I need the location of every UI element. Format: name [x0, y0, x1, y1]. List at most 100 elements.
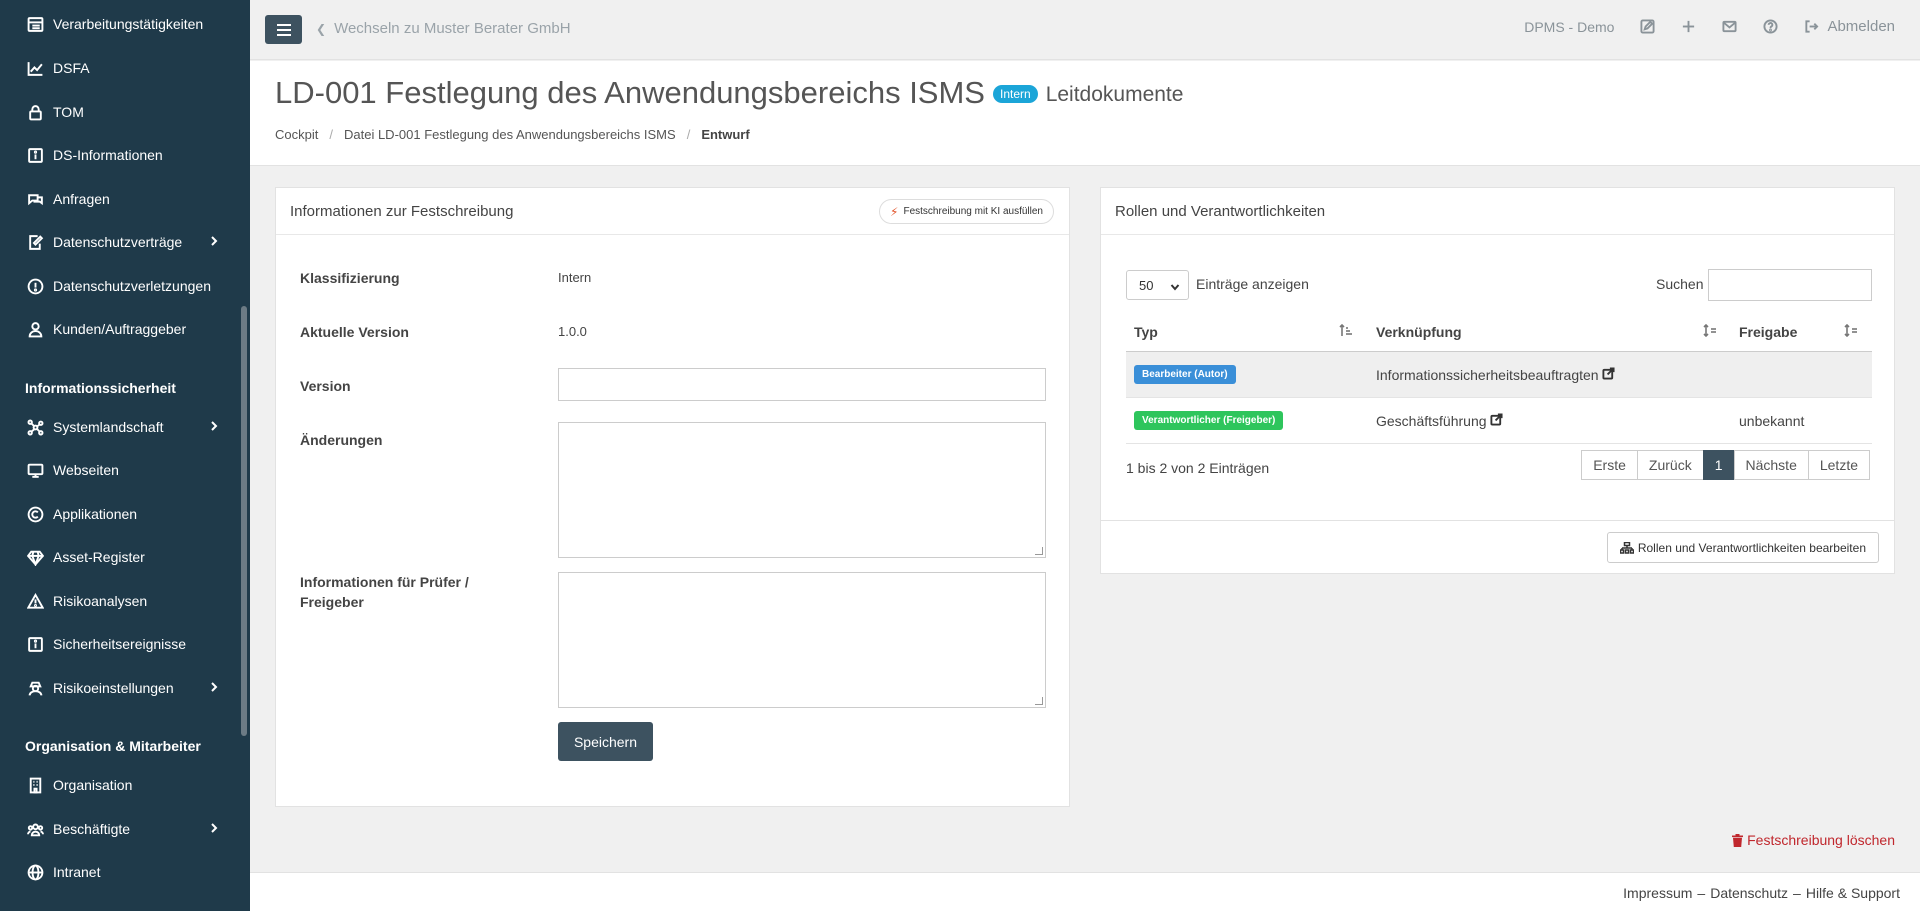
footer-impressum-link[interactable]: Impressum [1623, 885, 1692, 901]
sidebar-item-verarbeitungstaetigkeiten[interactable]: Verarbeitungstätigkeiten [0, 9, 240, 39]
switch-tenant-link[interactable]: ❮ Wechseln zu Muster Berater GmbH [316, 20, 571, 37]
sidebar-item-beschaeftigte[interactable]: Beschäftigte [0, 814, 240, 844]
role-link-label: Geschäftsführung [1376, 412, 1487, 429]
globe-icon [25, 862, 45, 882]
sidebar-item-risikoanalysen[interactable]: Risikoanalysen [0, 586, 240, 616]
edit-roles-button[interactable]: Rollen und Verantwortlichkeiten bearbeit… [1606, 532, 1879, 563]
search-input[interactable] [1708, 269, 1872, 301]
sidebar-item-anfragen[interactable]: Anfragen [0, 184, 240, 214]
pagination-page[interactable]: 1 [1702, 450, 1735, 480]
panel-title: Rollen und Verantwortlichkeiten [1115, 202, 1326, 220]
entries-length-value: 50 [1139, 277, 1154, 293]
table-row: Verantwortlicher (Freigeber) Geschäftsfü… [1126, 398, 1872, 444]
delete-festschreibung-link[interactable]: Festschreibung löschen [1732, 832, 1895, 848]
user-secret-icon [25, 678, 45, 698]
sidebar-item-label: Intranet [53, 864, 101, 880]
chevron-right-icon [208, 680, 220, 696]
sidebar-item-datenschutzvertraege[interactable]: Datenschutzverträge [0, 227, 240, 257]
sidebar-item-organisation[interactable]: Organisation [0, 770, 240, 800]
classification-value: Intern [558, 270, 592, 285]
sidebar-section-informationssicherheit: Informationssicherheit [25, 380, 176, 396]
sidebar-item-applikationen[interactable]: Applikationen [0, 499, 240, 529]
trash-icon [1732, 833, 1744, 847]
pagination-last[interactable]: Letzte [1807, 450, 1870, 480]
pagination-previous[interactable]: Zurück [1636, 450, 1704, 480]
roles-panel: Rollen und Verantwortlichkeiten 50 Eintr… [1100, 187, 1895, 574]
panel-title: Informationen zur Festschreibung [290, 202, 514, 220]
sidebar-item-systemlandschaft[interactable]: Systemlandschaft [0, 412, 240, 442]
chart-line-icon [25, 58, 45, 78]
comments-icon [25, 189, 45, 209]
sidebar-item-dsfa[interactable]: DSFA [0, 53, 240, 83]
sidebar-item-sicherheitsereignisse[interactable]: Sicherheitsereignisse [0, 629, 240, 659]
breadcrumb-separator: / [329, 127, 333, 142]
sidebar-item-kunden-auftraggeber[interactable]: Kunden/Auftraggeber [0, 314, 240, 344]
role-link[interactable]: Informationssicherheitsbeauftragten [1376, 367, 1615, 383]
pagination-first[interactable]: Erste [1581, 450, 1638, 480]
breadcrumb-separator: / [686, 127, 691, 142]
sidebar-item-label: Asset-Register [53, 549, 145, 565]
help-icon[interactable] [1763, 19, 1778, 34]
sidebar-item-webseiten[interactable]: Webseiten [0, 455, 240, 485]
sidebar-item-risikoeinstellungen[interactable]: Risikoeinstellungen [0, 673, 240, 703]
sidebar-section-organisation: Organisation & Mitarbeiter [25, 738, 201, 754]
sidebar-item-ds-informationen[interactable]: DS-Informationen [0, 140, 240, 170]
sidebar-item-label: TOM [53, 104, 84, 120]
column-header-freigabe[interactable]: Freigabe [1739, 324, 1797, 340]
entries-length-select[interactable]: 50 [1126, 270, 1189, 300]
classification-badge: Intern [993, 85, 1038, 103]
version-input[interactable] [558, 368, 1046, 401]
plus-icon[interactable] [1681, 19, 1696, 34]
chevron-down-icon [1170, 280, 1180, 295]
footer-links: Impressum – Datenschutz – Hilfe & Suppor… [1623, 885, 1900, 901]
panel-header: Informationen zur Festschreibung ⚡ Fests… [276, 188, 1069, 235]
sitemap-icon [1619, 541, 1634, 554]
logout-button[interactable]: Abmelden [1804, 18, 1895, 35]
lock-icon [25, 102, 45, 122]
changes-label: Änderungen [300, 432, 383, 448]
role-link[interactable]: Geschäftsführung [1376, 413, 1503, 429]
breadcrumb-current: Entwurf [701, 127, 750, 142]
table-header: Typ Verknüpfung Freigabe [1126, 312, 1872, 352]
sidebar-item-intranet[interactable]: Intranet [0, 857, 240, 887]
sidebar: Verarbeitungstätigkeiten DSFA TOM DS-Inf… [0, 0, 250, 911]
sidebar-item-datenschutzverletzungen[interactable]: Datenschutzverletzungen [0, 271, 240, 301]
reviewer-info-textarea[interactable] [558, 572, 1046, 708]
footer-support-link[interactable]: Hilfe & Support [1806, 885, 1900, 901]
sidebar-item-asset-register[interactable]: Asset-Register [0, 542, 240, 572]
breadcrumb-cockpit[interactable]: Cockpit [275, 127, 318, 142]
column-header-typ[interactable]: Typ [1134, 324, 1158, 340]
current-version-value: 1.0.0 [558, 324, 587, 339]
sort-icon[interactable] [1703, 323, 1717, 340]
hamburger-icon [276, 23, 291, 36]
ki-fill-button[interactable]: ⚡ Festschreibung mit KI ausfüllen [879, 199, 1054, 224]
external-link-icon [1599, 366, 1615, 383]
footer-datenschutz-link[interactable]: Datenschutz [1710, 885, 1788, 901]
page-title-text: LD-001 Festlegung des Anwendungsbereichs… [275, 75, 985, 110]
sort-asc-icon[interactable] [1339, 323, 1353, 340]
changes-textarea[interactable] [558, 422, 1046, 558]
menu-toggle-button[interactable] [265, 15, 302, 44]
topbar: ❮ Wechseln zu Muster Berater GmbH DPMS -… [250, 0, 1920, 60]
pagination-next[interactable]: Nächste [1733, 450, 1809, 480]
switch-tenant-label: Wechseln zu Muster Berater GmbH [334, 20, 571, 37]
chevron-right-icon [208, 419, 220, 435]
sidebar-item-label: Verarbeitungstätigkeiten [53, 16, 204, 32]
sort-icon[interactable] [1844, 323, 1858, 340]
page-footer: Impressum – Datenschutz – Hilfe & Suppor… [250, 872, 1920, 911]
chevron-right-icon [208, 821, 220, 837]
save-button[interactable]: Speichern [558, 722, 653, 761]
sidebar-item-label: Risikoanalysen [53, 593, 148, 609]
panel-header: Rollen und Verantwortlichkeiten [1101, 188, 1894, 235]
table-row: Bearbeiter (Autor) Informationssicherhei… [1126, 352, 1872, 398]
sidebar-scrollbar[interactable] [241, 306, 247, 736]
sidebar-item-label: Datenschutzverträge [53, 234, 183, 250]
table-info: 1 bis 2 von 2 Einträgen [1126, 460, 1270, 476]
classification-label: Klassifizierung [300, 270, 400, 286]
column-header-verknuepfung[interactable]: Verknüpfung [1376, 324, 1462, 340]
role-type-badge: Verantwortlicher (Freigeber) [1134, 411, 1284, 430]
edit-icon[interactable] [1640, 19, 1655, 34]
envelope-icon[interactable] [1722, 19, 1737, 34]
sidebar-item-tom[interactable]: TOM [0, 97, 240, 127]
breadcrumb-file[interactable]: Datei LD-001 Festlegung des Anwendungsbe… [344, 127, 676, 142]
